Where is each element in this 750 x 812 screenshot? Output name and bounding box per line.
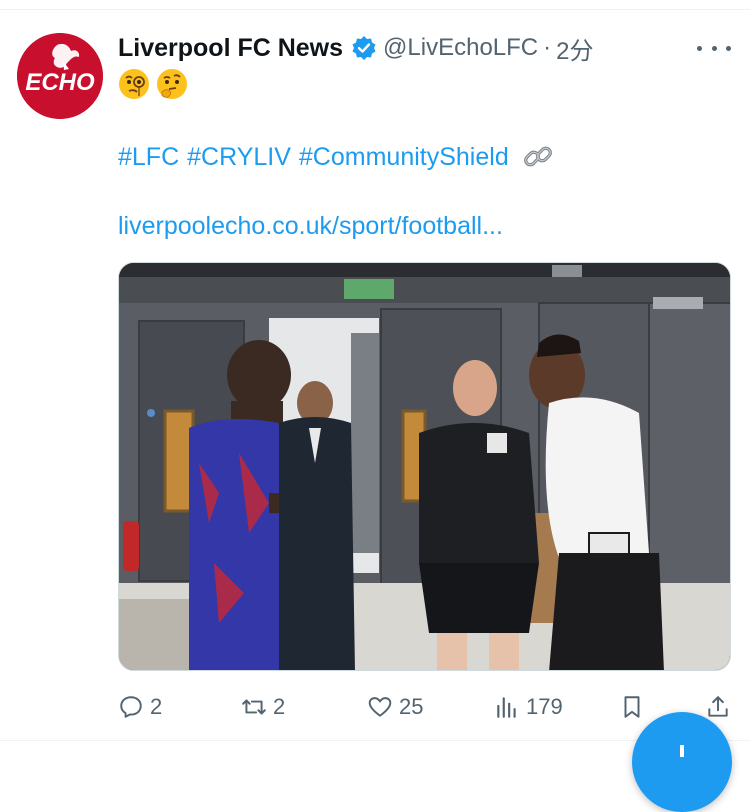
- views-count: 179: [526, 694, 563, 719]
- views-button[interactable]: 179: [494, 690, 563, 724]
- link-emoji: [523, 146, 552, 167]
- more-options-icon[interactable]: [697, 36, 731, 60]
- like-button[interactable]: 25: [367, 690, 423, 724]
- retweet-count: 2: [273, 694, 286, 719]
- verified-badge-icon: [351, 35, 377, 61]
- thinking-face-emoji: [157, 69, 187, 99]
- reply-icon: [120, 696, 142, 718]
- plus-icon: [680, 745, 684, 757]
- face-with-monocle-emoji: [119, 69, 149, 99]
- article-link[interactable]: liverpoolecho.co.uk/sport/football...: [118, 212, 503, 241]
- timestamp[interactable]: 2分: [556, 31, 593, 66]
- avatar[interactable]: ECHO: [17, 33, 103, 119]
- avatar-logo-text: ECHO: [25, 69, 95, 96]
- top-divider: [0, 9, 750, 10]
- like-count: 25: [399, 694, 424, 719]
- share-button[interactable]: [705, 690, 737, 724]
- display-name[interactable]: Liverpool FC News: [118, 34, 343, 63]
- tweet-photo[interactable]: [118, 262, 731, 671]
- hashtag-communityshield[interactable]: #CommunityShield: [299, 143, 509, 172]
- reply-button[interactable]: 2: [118, 690, 162, 724]
- retweet-icon: [242, 699, 266, 715]
- separator-dot: ·: [543, 34, 552, 61]
- compose-tweet-button[interactable]: [632, 712, 732, 812]
- retweet-button[interactable]: 2: [241, 690, 285, 724]
- views-icon: [497, 697, 516, 718]
- share-icon: [708, 696, 728, 717]
- bookmark-icon: [624, 696, 640, 718]
- tweet-header: Liverpool FC News @LivEchoLFC · 2分: [118, 30, 594, 66]
- tweet-actions: 2 2 25 179: [0, 690, 750, 724]
- reply-count: 2: [150, 694, 163, 719]
- bookmark-button[interactable]: [619, 690, 651, 724]
- hashtag-lfc[interactable]: #LFC: [118, 143, 179, 172]
- hashtag-cryliv[interactable]: #CRYLIV: [187, 143, 291, 172]
- emoji-row: [118, 68, 188, 100]
- hashtag-row: #LFC #CRYLIV #CommunityShield: [118, 140, 555, 174]
- heart-icon: [368, 697, 392, 717]
- user-handle[interactable]: @LivEchoLFC: [383, 34, 538, 62]
